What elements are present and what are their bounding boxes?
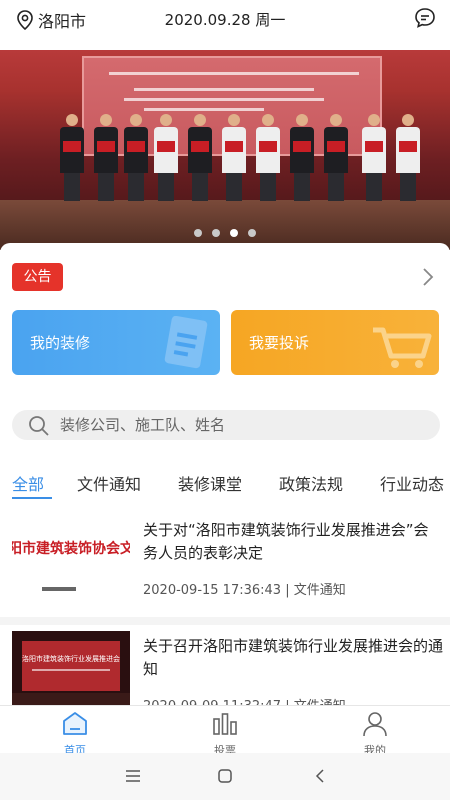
- tab-industry-news[interactable]: 行业动态: [380, 471, 444, 495]
- carousel-indicator: [0, 229, 450, 237]
- divider: [0, 617, 450, 625]
- my-renovation-label: 我的装修: [30, 334, 91, 352]
- carousel-dot[interactable]: [248, 229, 256, 237]
- active-tab-indicator: [12, 497, 52, 499]
- user-icon: [363, 712, 387, 737]
- back-icon[interactable]: [312, 768, 328, 784]
- message-icon[interactable]: [414, 7, 436, 29]
- article-thumbnail: 洛阳市建筑装饰协会文件: [12, 515, 130, 603]
- date-label: 2020.09.28 周一: [164, 11, 286, 29]
- thumb-header-text: 洛阳市建筑装饰协会文件: [12, 540, 130, 557]
- category-tabs: 全部 文件通知 装修课堂 政策法规 行业动态: [0, 471, 450, 501]
- search-icon: [29, 416, 49, 436]
- search-bar[interactable]: [12, 410, 440, 440]
- bar-chart-icon: [213, 713, 237, 735]
- tab-all[interactable]: 全部: [12, 471, 44, 495]
- complaint-card[interactable]: 我要投诉: [231, 310, 439, 375]
- article-title[interactable]: 关于召开洛阳市建筑装饰行业发展推进会的通知: [143, 635, 443, 681]
- top-bar: 洛阳市 2020.09.28 周一: [0, 0, 450, 38]
- chevron-right-icon[interactable]: [422, 267, 434, 287]
- nav-mine[interactable]: 我的: [335, 711, 415, 758]
- notice-tag: 公告: [12, 263, 63, 291]
- tab-renovation-class[interactable]: 装修课堂: [178, 471, 242, 495]
- complaint-label: 我要投诉: [249, 334, 310, 352]
- main-content: 公告 我的装修 我要投诉 全部 文件通知 装修课堂 政策法规: [0, 243, 450, 719]
- article-item[interactable]: 洛阳市建筑装饰协会文件 关于对“洛阳市建筑装饰行业发展推进会”会务人员的表彰决定…: [0, 515, 450, 625]
- bottom-nav: 首页 投票 我的: [0, 705, 450, 757]
- menu-icon[interactable]: [125, 768, 141, 784]
- banner-carousel[interactable]: [0, 50, 450, 250]
- notice-bar[interactable]: 公告: [0, 261, 450, 293]
- carousel-dot-active[interactable]: [230, 229, 238, 237]
- carousel-dot[interactable]: [194, 229, 202, 237]
- document-icon: [164, 316, 208, 369]
- article-meta: 2020-09-15 17:36:43 | 文件通知: [143, 583, 346, 598]
- home-icon: [63, 712, 87, 735]
- tab-policy[interactable]: 政策法规: [279, 471, 343, 495]
- nav-home[interactable]: 首页: [35, 711, 115, 758]
- home-square-icon[interactable]: [217, 768, 233, 784]
- nav-vote[interactable]: 投票: [185, 711, 265, 758]
- my-renovation-card[interactable]: 我的装修: [12, 310, 220, 375]
- thumb-screen-text: 洛阳市建筑装饰行业发展推进会: [22, 654, 120, 663]
- article-title[interactable]: 关于对“洛阳市建筑装饰行业发展推进会”会务人员的表彰决定: [143, 519, 443, 565]
- system-nav-bar: [0, 753, 450, 800]
- carousel-dot[interactable]: [212, 229, 220, 237]
- tab-file-notice[interactable]: 文件通知: [77, 471, 141, 495]
- search-input[interactable]: [60, 414, 420, 436]
- cart-icon: [373, 327, 432, 368]
